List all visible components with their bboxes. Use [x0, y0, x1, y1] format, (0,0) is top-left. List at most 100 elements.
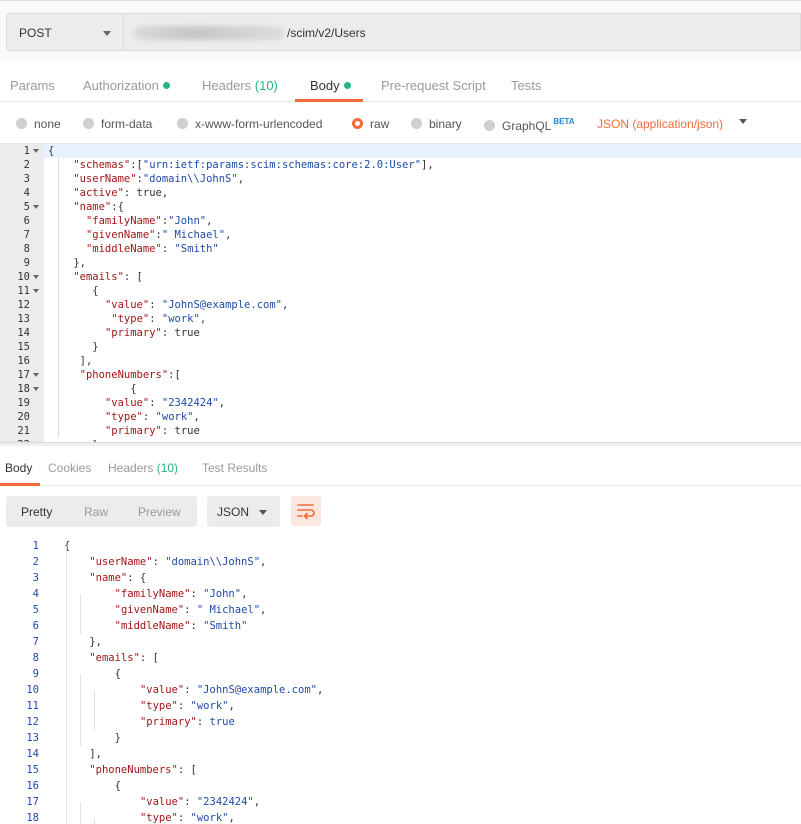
- json-string: "2342424": [161, 397, 219, 409]
- tab-body[interactable]: Body: [310, 78, 351, 93]
- indent-guide: [58, 158, 59, 438]
- json-punct: ,: [79, 257, 86, 269]
- json-boolean: true: [174, 425, 200, 437]
- request-url-bar: POST /scim/v2/Users: [0, 0, 801, 62]
- json-punct: }: [92, 341, 99, 353]
- chevron-down-icon: [259, 510, 267, 515]
- request-body-editor[interactable]: 1 {2 "schemas":["urn:ietf:params:scim:sch…: [0, 143, 801, 442]
- json-string: "domain\\JohnS": [142, 173, 238, 185]
- json-punct: [: [174, 369, 181, 381]
- line-number: 2: [23, 159, 30, 171]
- tab-cookies[interactable]: Cookies: [48, 461, 91, 475]
- format-select[interactable]: JSON: [207, 496, 280, 527]
- tab-test-results[interactable]: Test Results: [202, 461, 267, 475]
- fold-arrow-icon[interactable]: [33, 149, 39, 153]
- json-punct: ,: [241, 588, 248, 600]
- view-preview[interactable]: Preview: [138, 505, 181, 519]
- json-punct: {: [64, 540, 71, 552]
- json-string: "JohnS@example.com": [161, 299, 282, 311]
- json-string: "John": [203, 588, 242, 600]
- mode-form-data[interactable]: form-data: [83, 117, 152, 131]
- json-punct: ,: [161, 187, 169, 199]
- json-punct: ,: [206, 215, 213, 227]
- url-path: /scim/v2/Users: [287, 26, 366, 40]
- json-string: " Michael": [161, 229, 226, 241]
- line-number: 3: [23, 173, 30, 185]
- mode-binary[interactable]: binary: [411, 117, 462, 131]
- line-number: 8: [32, 652, 39, 664]
- json-punct: ,: [199, 313, 207, 325]
- indent-guide: [94, 690, 95, 730]
- code-text: "primary": true: [48, 424, 200, 438]
- tab-authorization[interactable]: Authorization: [83, 78, 170, 93]
- json-string: "work": [161, 313, 200, 325]
- mode-raw[interactable]: raw: [352, 117, 389, 131]
- json-string: "Smith": [203, 620, 248, 632]
- mode-graphql[interactable]: GraphQL BETA: [484, 117, 575, 133]
- tab-headers[interactable]: Headers (10): [202, 78, 278, 93]
- code-text: "schemas":["urn:ietf:params:scim:schemas…: [48, 158, 433, 172]
- json-key: "familyName": [114, 588, 191, 600]
- json-punct: ,: [316, 684, 324, 696]
- json-key: "emails": [89, 652, 140, 664]
- radio-icon: [177, 118, 188, 129]
- json-key: "phoneNumbers": [89, 764, 178, 776]
- line-number: 5: [32, 604, 39, 616]
- method-label: POST: [19, 26, 52, 40]
- content-type-select[interactable]: JSON (application/json): [597, 117, 723, 131]
- line-number: 20: [17, 411, 30, 423]
- json-punct: [: [136, 271, 143, 283]
- view-pretty[interactable]: Pretty: [21, 505, 52, 519]
- json-string: "urn:ietf:params:scim:schemas:core:2.0:U…: [142, 159, 422, 171]
- method-select[interactable]: POST: [6, 13, 123, 51]
- line-number: 9: [23, 257, 30, 269]
- code-text: "type": "work",: [48, 410, 200, 424]
- code-text: "givenName": " Michael",: [64, 602, 267, 618]
- code-text: {: [64, 778, 121, 794]
- json-punct: ,: [225, 229, 232, 241]
- tab-pre-request-script[interactable]: Pre-request Script: [381, 78, 486, 93]
- line-number: 13: [17, 313, 30, 325]
- fold-arrow-icon[interactable]: [33, 387, 39, 391]
- fold-arrow-icon[interactable]: [33, 275, 39, 279]
- fold-arrow-icon[interactable]: [33, 205, 39, 209]
- json-key: "phoneNumbers": [79, 369, 169, 381]
- json-key: "middleName": [114, 620, 191, 632]
- json-key: "primary": [104, 425, 162, 437]
- mode-x-www-form-urlencoded[interactable]: x-www-form-urlencoded: [177, 117, 322, 131]
- code-text: "middleName": "Smith": [64, 618, 248, 634]
- indent-guide: [94, 818, 95, 824]
- json-string: "work": [155, 411, 194, 423]
- json-punct: ,: [193, 411, 200, 423]
- code-text: "familyName": "John",: [64, 586, 248, 602]
- json-string: "2342424": [196, 796, 254, 808]
- code-text: "emails": [: [48, 270, 143, 284]
- json-punct: ,: [281, 299, 289, 311]
- line-number: 19: [17, 397, 30, 409]
- line-number: 2: [32, 556, 39, 568]
- json-string: " Michael": [196, 604, 261, 616]
- json-key: "primary": [139, 716, 197, 728]
- view-raw[interactable]: Raw: [84, 505, 108, 519]
- json-boolean: true: [136, 187, 162, 199]
- active-tab-indicator: [295, 99, 363, 102]
- response-body-viewer[interactable]: 1 {2 "userName": "domain\\JohnS", 3 "name"…: [0, 538, 801, 824]
- json-punct: }: [114, 732, 121, 744]
- fold-arrow-icon[interactable]: [33, 373, 39, 377]
- fold-arrow-icon[interactable]: [33, 289, 39, 293]
- tab-response-body[interactable]: Body: [5, 461, 32, 475]
- line-number: 7: [23, 229, 30, 241]
- tab-params[interactable]: Params: [10, 78, 55, 93]
- mode-none[interactable]: none: [16, 117, 61, 131]
- code-text: {: [48, 382, 136, 396]
- json-string: "work": [190, 812, 229, 824]
- wrap-lines-button[interactable]: [291, 496, 321, 526]
- chevron-down-icon: [103, 31, 111, 36]
- tab-tests[interactable]: Tests: [511, 78, 541, 93]
- json-key: "type": [139, 700, 178, 712]
- url-input[interactable]: /scim/v2/Users: [123, 13, 801, 51]
- code-text: {: [64, 538, 70, 554]
- tab-response-headers[interactable]: Headers (10): [108, 461, 178, 475]
- line-number: 3: [32, 572, 39, 584]
- code-text: "type": "work",: [64, 810, 235, 824]
